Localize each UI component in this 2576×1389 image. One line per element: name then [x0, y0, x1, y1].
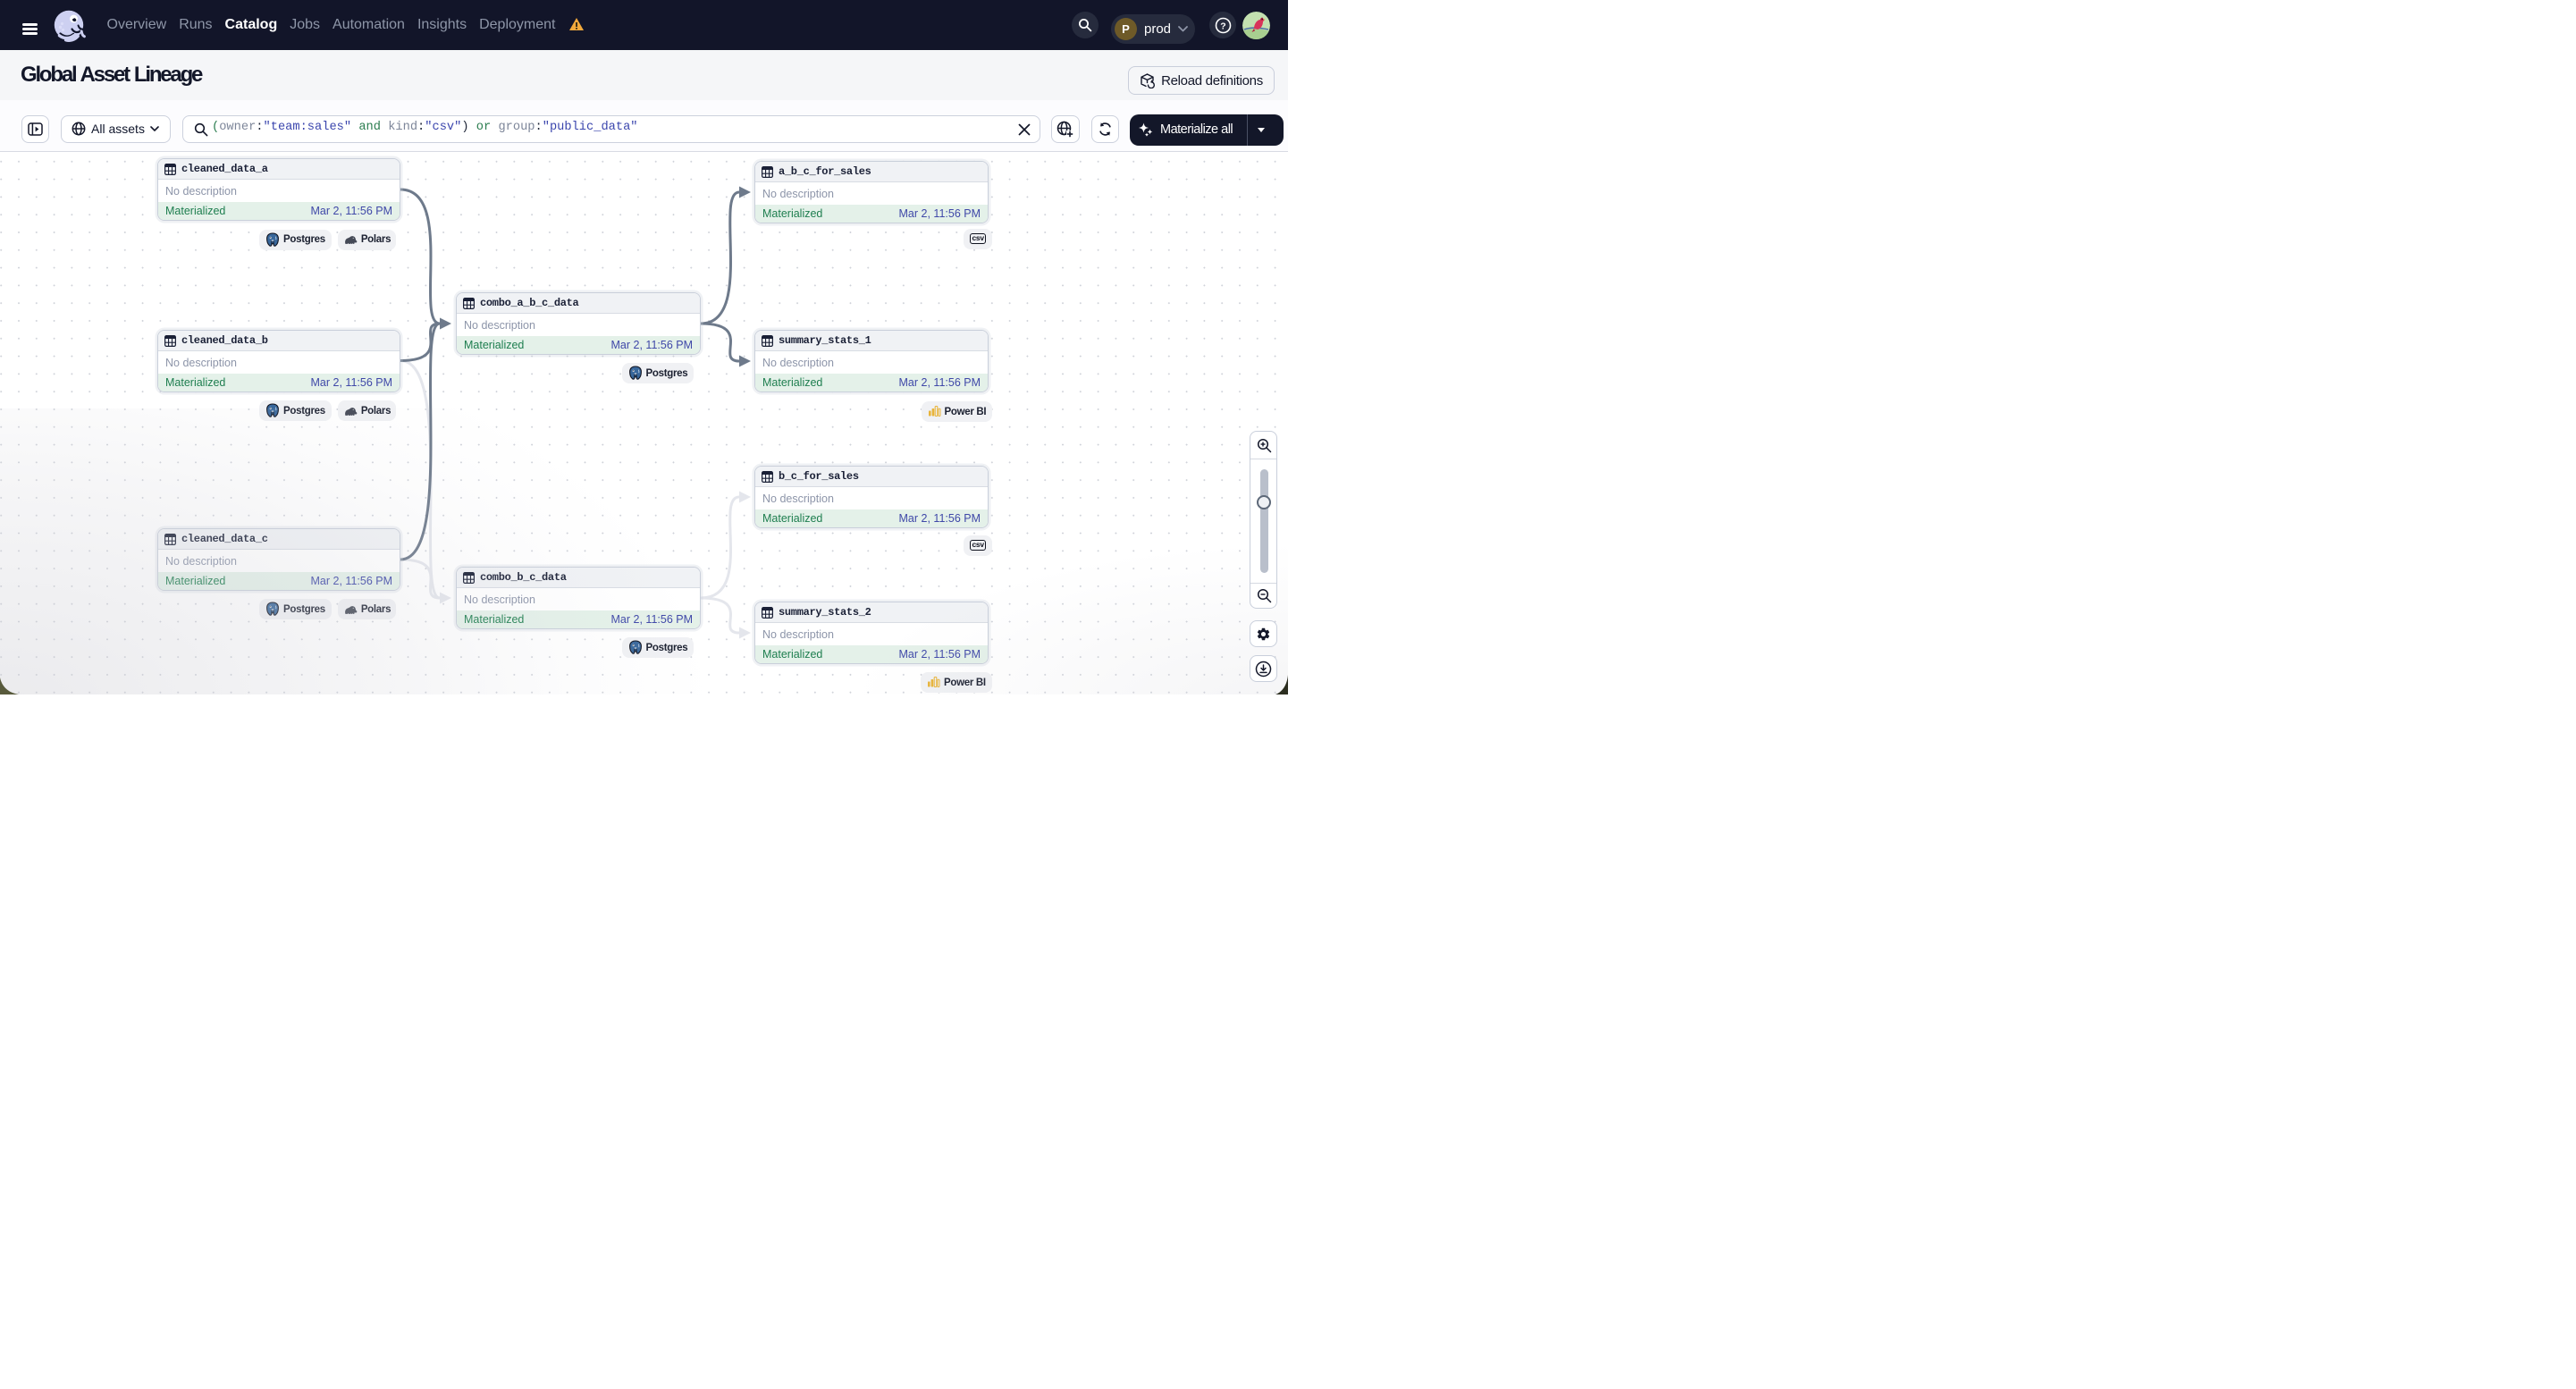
svg-text:?: ? [1220, 21, 1225, 31]
